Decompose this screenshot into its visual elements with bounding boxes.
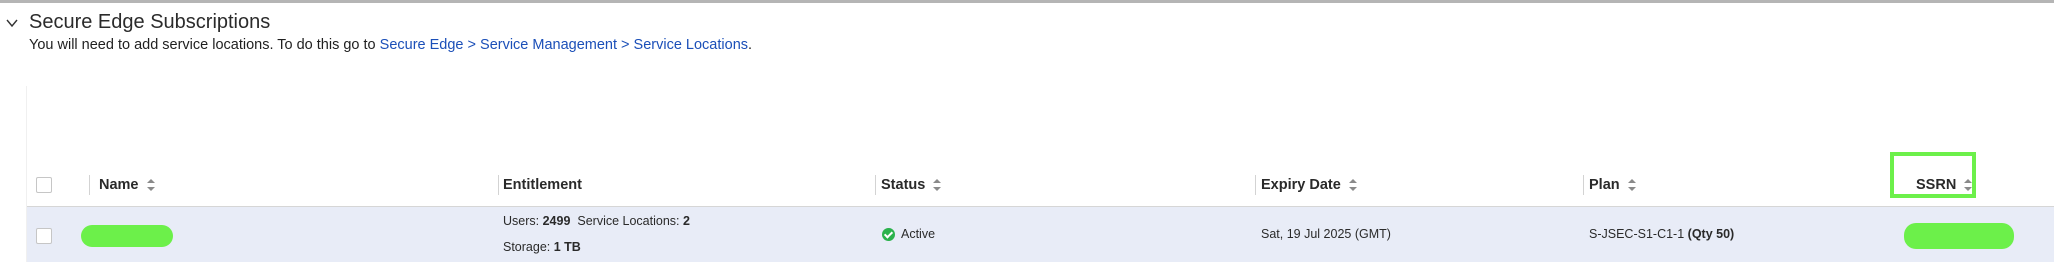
column-header-label: Status bbox=[881, 177, 926, 193]
sort-icon[interactable] bbox=[933, 179, 942, 191]
status-cell: Active bbox=[882, 227, 936, 242]
users-value: 2499 bbox=[542, 214, 571, 228]
service-locations-link[interactable]: Secure Edge > Service Management > Servi… bbox=[380, 37, 748, 53]
sort-icon[interactable] bbox=[1348, 179, 1357, 191]
plan-cell: S-JSEC-S1-C1-1 (Qty 50) bbox=[1589, 227, 1734, 241]
sort-icon[interactable] bbox=[1627, 179, 1636, 191]
users-label: Users: bbox=[503, 214, 540, 228]
plan-quantity: (Qty 50) bbox=[1687, 227, 1735, 241]
row-checkbox[interactable] bbox=[36, 228, 52, 244]
table-row[interactable]: Users: 2499 Service Locations: 2 Storage… bbox=[27, 207, 2054, 262]
ssrn-highlight-box bbox=[1890, 152, 1976, 198]
column-divider bbox=[498, 175, 499, 195]
storage-label: Storage: bbox=[503, 240, 551, 254]
entitlement-users-locations: Users: 2499 Service Locations: 2 bbox=[503, 214, 690, 228]
top-border bbox=[0, 0, 2054, 3]
section-description: You will need to add service locations. … bbox=[29, 36, 752, 54]
table-header-row: Name Entitlement Status Expiry Date Plan… bbox=[27, 164, 2054, 207]
column-header-label: Expiry Date bbox=[1261, 177, 1341, 193]
column-divider bbox=[875, 175, 876, 195]
section-title: Secure Edge Subscriptions bbox=[29, 11, 271, 33]
column-divider bbox=[1583, 175, 1584, 195]
column-header-label: Name bbox=[99, 177, 139, 193]
redacted-ssrn bbox=[1904, 223, 2014, 249]
select-all-checkbox[interactable] bbox=[36, 177, 52, 193]
locations-label: Service Locations: bbox=[577, 214, 680, 228]
description-text: You will need to add service locations. … bbox=[29, 37, 380, 53]
column-header-expiry-date[interactable]: Expiry Date bbox=[1261, 164, 1357, 206]
storage-value: 1 TB bbox=[553, 240, 581, 254]
chevron-down-icon[interactable] bbox=[6, 17, 18, 29]
column-divider bbox=[89, 175, 90, 195]
sort-icon[interactable] bbox=[146, 179, 155, 191]
status-text: Active bbox=[901, 227, 936, 241]
locations-value: 2 bbox=[683, 214, 690, 228]
column-header-entitlement: Entitlement bbox=[503, 164, 582, 206]
column-header-plan[interactable]: Plan bbox=[1589, 164, 1636, 206]
column-header-name[interactable]: Name bbox=[99, 164, 155, 206]
redacted-name bbox=[81, 225, 173, 247]
column-header-label: Entitlement bbox=[503, 177, 582, 193]
subscriptions-table: Name Entitlement Status Expiry Date Plan… bbox=[26, 86, 2054, 262]
expiry-date-cell: Sat, 19 Jul 2025 (GMT) bbox=[1261, 227, 1391, 241]
description-suffix: . bbox=[748, 37, 753, 53]
column-header-label: Plan bbox=[1589, 177, 1620, 193]
column-divider bbox=[1255, 175, 1256, 195]
check-circle-icon bbox=[882, 228, 895, 242]
entitlement-storage: Storage: 1 TB bbox=[503, 240, 581, 254]
plan-code: S-JSEC-S1-C1-1 bbox=[1589, 227, 1685, 241]
column-header-status[interactable]: Status bbox=[881, 164, 942, 206]
